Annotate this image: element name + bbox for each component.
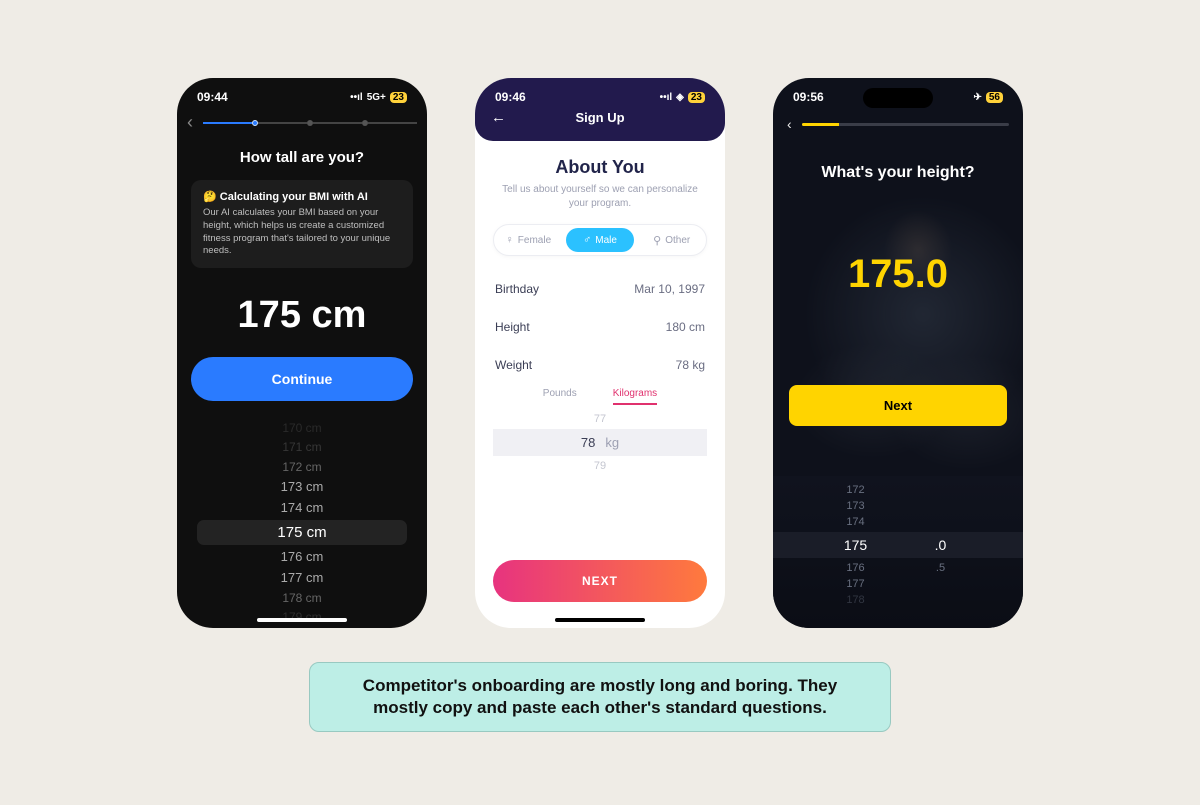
next-button[interactable]: NEXT (493, 560, 707, 602)
back-chevron-icon[interactable]: ‹ (187, 112, 193, 133)
picker-row[interactable]: 177 (773, 576, 1023, 592)
status-right: ••ıl 5G+ 23 (350, 92, 407, 103)
height-field[interactable]: Height 180 cm (475, 308, 725, 346)
weight-field[interactable]: Weight 78 kg (475, 346, 725, 384)
picker-row[interactable]: 174 (773, 514, 1023, 530)
picker-row[interactable]: 173 (773, 498, 1023, 514)
status-right: ••ıl ◈ 23 (660, 92, 705, 103)
height-value: 180 cm (666, 320, 705, 334)
weight-picker[interactable]: 77 78 kg 79 (475, 411, 725, 474)
picker-option[interactable]: 170 cm (177, 419, 427, 438)
phone-3: 09:56 ✈ 56 ‹ What's your height? 175.0 N… (773, 78, 1023, 628)
female-icon: ♀ (506, 234, 514, 246)
picker-option-selected[interactable]: 175 cm (197, 520, 407, 545)
top-bar: ‹ (773, 108, 1023, 138)
page-title: How tall are you? (177, 149, 427, 166)
title-bar: ← Sign Up (475, 108, 725, 125)
selected-height: 175.0 (773, 252, 1023, 297)
unit-kilograms[interactable]: Kilograms (613, 388, 657, 405)
gender-toggle[interactable]: ♀Female ♂Male ⚲Other (493, 224, 707, 256)
unit-pounds[interactable]: Pounds (543, 388, 577, 405)
picker-option[interactable]: 174 cm (177, 498, 427, 519)
birthday-label: Birthday (495, 282, 539, 296)
progress-track (203, 120, 417, 126)
status-right: ✈ 56 (973, 92, 1003, 103)
home-indicator[interactable] (257, 618, 347, 622)
back-arrow-icon[interactable]: ← (491, 109, 506, 126)
gender-female[interactable]: ♀Female (494, 226, 563, 254)
progress-fill (802, 123, 839, 126)
height-picker[interactable]: 170 cm 171 cm 172 cm 173 cm 174 cm 175 c… (177, 419, 427, 627)
battery-pill: 23 (688, 92, 705, 103)
picker-option[interactable]: 171 cm (177, 438, 427, 457)
unit-tabs[interactable]: Pounds Kilograms (475, 388, 725, 405)
continue-button[interactable]: Continue (191, 357, 413, 401)
home-indicator[interactable] (555, 618, 645, 622)
dynamic-island (863, 88, 933, 108)
signal-icon: ••ıl (350, 92, 363, 103)
battery-pill: 23 (390, 92, 407, 103)
status-time: 09:44 (197, 90, 228, 104)
page-title: What's your height? (773, 164, 1023, 182)
picker-row[interactable]: 172 (773, 482, 1023, 498)
next-button[interactable]: Next (789, 385, 1007, 426)
height-picker[interactable]: 172 173 174 175.0 176.5 177 178 (773, 476, 1023, 628)
birthday-value: Mar 10, 1997 (634, 282, 705, 296)
selected-height: 175 cm (177, 294, 427, 337)
header: 09:46 ••ıl ◈ 23 ← Sign Up (475, 78, 725, 141)
height-label: Height (495, 320, 530, 334)
picker-option[interactable]: 173 cm (177, 477, 427, 498)
gender-other[interactable]: ⚲Other (637, 226, 706, 255)
screen-title: Sign Up (575, 110, 624, 125)
birthday-field[interactable]: Birthday Mar 10, 1997 (475, 270, 725, 308)
info-box: 🤔 Calculating your BMI with AI Our AI ca… (191, 180, 413, 268)
phone-2: 09:46 ••ıl ◈ 23 ← Sign Up About You Tell… (475, 78, 725, 628)
status-bar: 09:46 ••ıl ◈ 23 (475, 78, 725, 108)
progress-bar (802, 123, 1009, 126)
phone-1: 09:44 ••ıl 5G+ 23 ‹ How tall are you? 🤔 … (177, 78, 427, 628)
info-title: 🤔 Calculating your BMI with AI (203, 190, 401, 203)
picker-option[interactable]: 172 cm (177, 458, 427, 477)
status-bar: 09:44 ••ıl 5G+ 23 (177, 78, 427, 108)
status-time: 09:46 (495, 90, 526, 104)
wifi-icon: ◈ (676, 92, 684, 103)
back-chevron-icon[interactable]: ‹ (787, 116, 792, 132)
picker-row-selected[interactable]: 175.0 (773, 532, 1023, 558)
subtitle: Tell us about yourself so we can persona… (475, 183, 725, 210)
network-label: 5G+ (367, 92, 386, 103)
caption-box: Competitor's onboarding are mostly long … (309, 662, 891, 732)
picker-option[interactable]: 177 cm (177, 568, 427, 589)
signal-icon: ••ıl (660, 92, 673, 103)
male-icon: ♂ (583, 234, 591, 246)
page-title: About You (475, 157, 725, 178)
background-image (773, 198, 1023, 488)
weight-label: Weight (495, 358, 532, 372)
battery-pill: 56 (986, 92, 1003, 103)
weight-value: 78 kg (676, 358, 705, 372)
picker-option[interactable]: 79 (475, 458, 725, 474)
picker-row[interactable]: 178 (773, 592, 1023, 608)
picker-option[interactable]: 77 (475, 411, 725, 427)
picker-option-selected[interactable]: 78 kg (493, 429, 707, 456)
other-icon: ⚲ (653, 234, 661, 247)
gender-male[interactable]: ♂Male (566, 228, 635, 252)
picker-option[interactable]: 178 cm (177, 589, 427, 608)
status-time: 09:56 (793, 90, 824, 104)
info-desc: Our AI calculates your BMI based on your… (203, 207, 401, 258)
progress-bar: ‹ (177, 108, 427, 143)
airplane-icon: ✈ (973, 92, 981, 103)
picker-option[interactable]: 176 cm (177, 547, 427, 568)
phone-row: 09:44 ••ıl 5G+ 23 ‹ How tall are you? 🤔 … (177, 78, 1023, 628)
picker-row[interactable]: 176.5 (773, 560, 1023, 576)
